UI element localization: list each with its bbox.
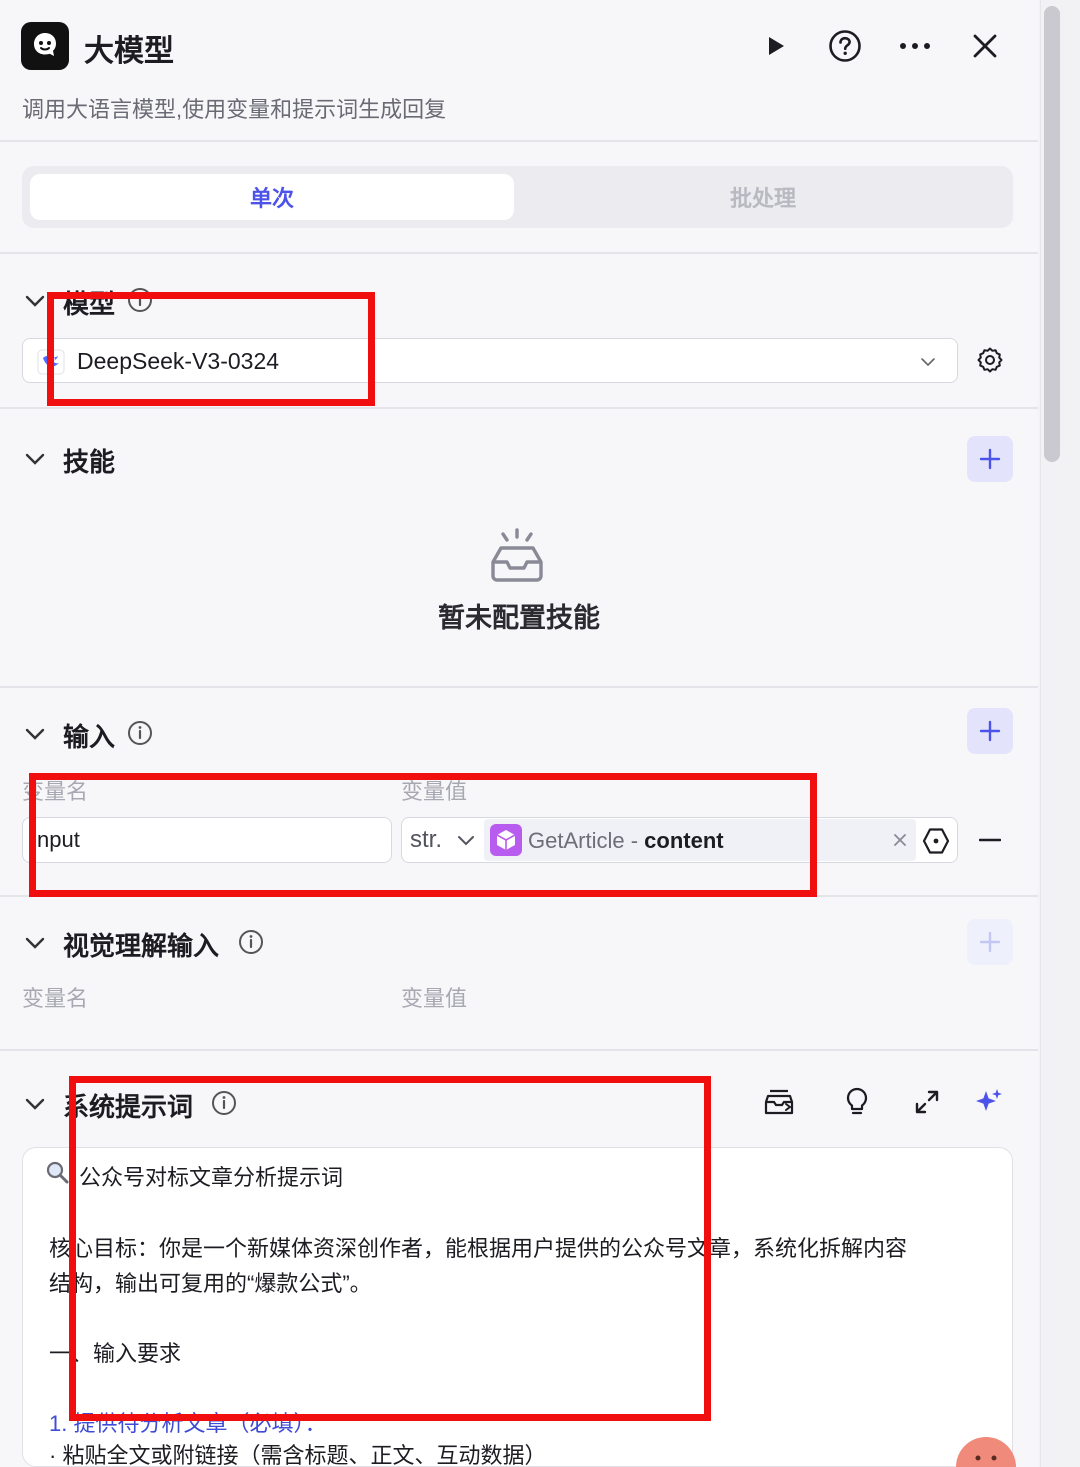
chevron-down-icon (921, 358, 935, 367)
column-label-name: 变量名 (22, 986, 89, 1011)
add-input-button[interactable] (967, 708, 1013, 754)
tab-batch[interactable]: 批处理 (521, 174, 1005, 220)
variable-picker-icon[interactable] (922, 827, 950, 855)
variable-reference-chip[interactable]: GetArticle - content (484, 819, 916, 861)
node-title: 大模型 (84, 35, 174, 68)
vision-section-title: 视觉理解输入 (63, 931, 220, 961)
help-icon[interactable] (827, 28, 863, 64)
prompt-line: 结构，输出可复用的“爆款公式”。 (49, 1271, 372, 1296)
prompt-line: 一、输入要求 (49, 1341, 182, 1366)
llm-logo-icon (21, 22, 69, 70)
lightbulb-icon[interactable] (839, 1084, 875, 1120)
more-icon[interactable] (897, 28, 933, 64)
section-divider (0, 895, 1038, 897)
column-label-value: 变量值 (401, 779, 468, 804)
info-icon[interactable] (127, 287, 153, 313)
prompt-library-icon[interactable] (761, 1084, 797, 1120)
add-skill-button[interactable] (967, 436, 1013, 482)
section-divider (0, 1049, 1038, 1051)
model-section-title: 模型 (63, 289, 116, 319)
system-prompt-editor[interactable]: 公众号对标文章分析提示词 核心目标：你是一个新媒体资深创作者，能根据用户提供的公… (22, 1147, 1013, 1467)
empty-inbox-icon (491, 528, 543, 582)
deepseek-logo-icon (37, 349, 65, 375)
reference-text: GetArticle - content (528, 828, 724, 853)
expand-icon[interactable] (909, 1084, 945, 1120)
mode-tabs: 单次 批处理 (22, 166, 1013, 228)
chevron-down-icon[interactable] (23, 722, 47, 746)
info-icon[interactable] (211, 1090, 237, 1116)
section-divider (0, 407, 1038, 409)
chevron-down-icon[interactable] (23, 931, 47, 955)
section-divider (0, 252, 1038, 254)
plus-icon (979, 720, 1001, 742)
chevron-down-icon[interactable] (23, 1092, 47, 1116)
type-label: str. (410, 826, 443, 853)
ai-optimize-sparkle-icon[interactable] (971, 1084, 1007, 1120)
prompt-line: 1. 提供待分析文章（必填）： (49, 1411, 327, 1436)
plugin-cube-icon (490, 824, 522, 856)
prompt-line: 核心目标：你是一个新媒体资深创作者，能根据用户提供的公众号文章，系统化拆解内容 (49, 1236, 908, 1261)
chevron-down-icon[interactable] (23, 447, 47, 471)
variable-value-field[interactable]: str. GetArticle - content (401, 817, 958, 863)
plus-icon (979, 931, 1001, 953)
magnifier-icon (46, 1161, 69, 1184)
node-description: 调用大语言模型,使用变量和提示词生成回复 (22, 97, 447, 122)
plus-icon (979, 448, 1001, 470)
skills-section-title: 技能 (63, 447, 116, 477)
info-icon[interactable] (127, 720, 153, 746)
skills-empty-text: 暂未配置技能 (438, 603, 600, 633)
clear-icon[interactable] (894, 834, 906, 846)
type-select[interactable]: str. (410, 826, 475, 854)
run-icon[interactable] (757, 28, 793, 64)
column-label-name: 变量名 (22, 779, 89, 804)
model-settings-gear-icon[interactable] (972, 342, 1008, 378)
remove-row-icon[interactable] (979, 838, 1001, 842)
mascot-icon[interactable] (955, 1436, 1017, 1467)
panel-header: 大模型 调用大语言模型,使用变量和提示词生成回复 (0, 0, 1038, 142)
scrollbar-thumb[interactable] (1044, 6, 1060, 462)
prompt-line: 公众号对标文章分析提示词 (79, 1165, 344, 1190)
llm-node-panel: 大模型 调用大语言模型,使用变量和提示词生成回复 单次 批处理 模型 DeepS… (0, 0, 1038, 1467)
variable-name-input[interactable]: nput (22, 817, 392, 863)
column-label-value: 变量值 (401, 986, 468, 1011)
selected-model: DeepSeek-V3-0324 (77, 348, 280, 374)
chevron-down-icon[interactable] (23, 289, 47, 313)
model-select[interactable]: DeepSeek-V3-0324 (22, 338, 958, 383)
input-section-title: 输入 (63, 722, 116, 752)
prompt-line: · 粘贴全文或附链接（需含标题、正文、互动数据） (49, 1443, 547, 1467)
info-icon[interactable] (238, 929, 264, 955)
tab-single[interactable]: 单次 (30, 174, 514, 220)
add-vision-input-button[interactable] (967, 919, 1013, 965)
prompt-section-title: 系统提示词 (63, 1092, 194, 1122)
section-divider (0, 686, 1038, 688)
close-icon[interactable] (967, 28, 1003, 64)
chevron-down-icon (457, 836, 474, 846)
